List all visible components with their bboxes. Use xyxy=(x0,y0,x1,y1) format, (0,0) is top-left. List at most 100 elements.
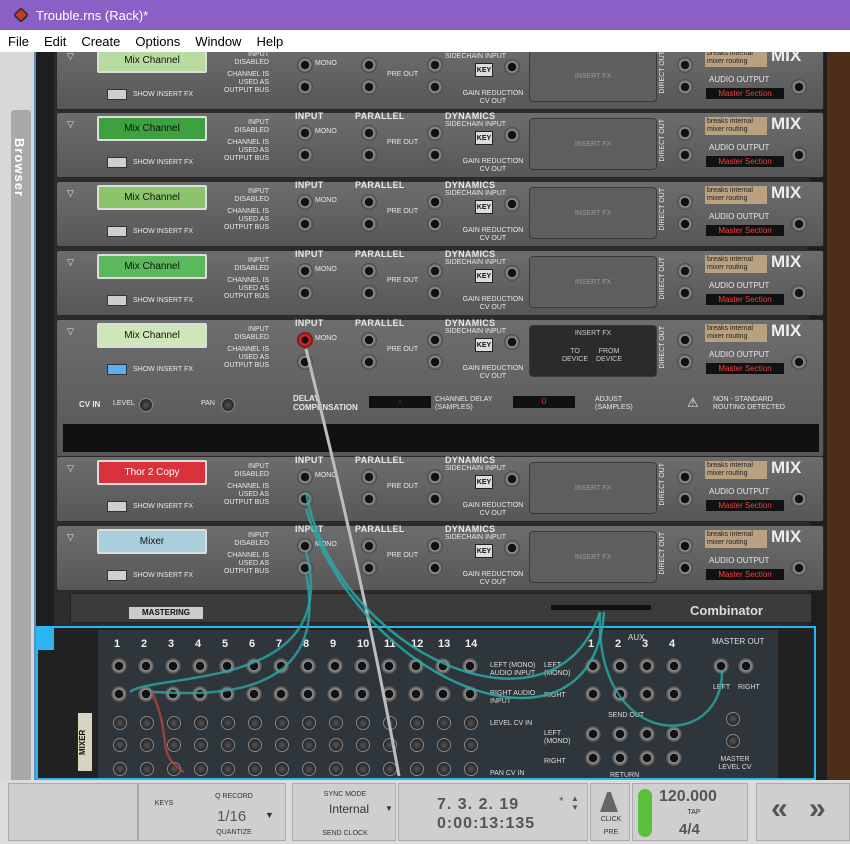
mixer-level-cv-jack[interactable] xyxy=(410,716,424,730)
browser-label[interactable]: Browser xyxy=(12,138,27,197)
mixer-pan-cv-jack[interactable] xyxy=(221,762,235,776)
audio-output-jack[interactable] xyxy=(791,79,807,95)
level-cv-knob[interactable] xyxy=(139,398,153,412)
input-right-jack[interactable] xyxy=(297,285,313,301)
mixer-right-input-jack[interactable] xyxy=(219,686,235,702)
mixer-pan-cv-jack[interactable] xyxy=(464,762,478,776)
sidechain-left-jack[interactable] xyxy=(427,538,443,554)
aux-send-left-jack[interactable] xyxy=(612,658,628,674)
fold-arrow-icon[interactable]: ▽ xyxy=(67,52,74,62)
aux-send-right-jack[interactable] xyxy=(639,686,655,702)
gain-reduction-jack[interactable] xyxy=(504,196,520,212)
mixer-left-input-jack[interactable] xyxy=(219,658,235,674)
aux-return-left-jack[interactable] xyxy=(585,726,601,742)
sidechain-left-jack[interactable] xyxy=(427,263,443,279)
parallel-right-jack[interactable] xyxy=(361,79,377,95)
parallel-left-jack[interactable] xyxy=(361,332,377,348)
direct-out-left-jack[interactable] xyxy=(677,332,693,348)
mixer-left-input-jack[interactable] xyxy=(408,658,424,674)
mixer-pan-cv-jack[interactable] xyxy=(275,762,289,776)
mixer-right-input-jack[interactable] xyxy=(192,686,208,702)
audio-output-jack[interactable] xyxy=(791,285,807,301)
mixer-pan-cv-jack[interactable] xyxy=(329,762,343,776)
master-out-left-jack[interactable] xyxy=(713,658,729,674)
aux-send-left-jack[interactable] xyxy=(666,658,682,674)
direct-out-right-jack[interactable] xyxy=(677,354,693,370)
fold-arrow-icon[interactable]: ▽ xyxy=(67,532,74,543)
mixer-trim-knob[interactable] xyxy=(302,738,316,752)
mix-channel-device[interactable]: ▽ Mix Channel SHOW INSERT FX INPUT DISABLED… xyxy=(56,249,824,316)
mixer-level-cv-jack[interactable] xyxy=(437,716,451,730)
audio-output-jack[interactable] xyxy=(791,354,807,370)
mixer-level-cv-jack[interactable] xyxy=(275,716,289,730)
mixer-pan-cv-jack[interactable] xyxy=(356,762,370,776)
mixer-level-cv-jack[interactable] xyxy=(221,716,235,730)
master-out-right-jack[interactable] xyxy=(738,658,754,674)
gain-reduction-jack[interactable] xyxy=(504,540,520,556)
sidechain-right-jack[interactable] xyxy=(427,147,443,163)
mixer-right-input-jack[interactable] xyxy=(354,686,370,702)
audio-output-jack[interactable] xyxy=(791,560,807,576)
master-section-display[interactable]: Master Section xyxy=(706,156,784,167)
master-level-knob[interactable] xyxy=(726,734,740,748)
input-right-jack[interactable] xyxy=(297,491,313,507)
sidechain-right-jack[interactable] xyxy=(427,285,443,301)
gain-reduction-jack[interactable] xyxy=(504,127,520,143)
direct-out-left-jack[interactable] xyxy=(677,469,693,485)
mixer-level-cv-jack[interactable] xyxy=(464,716,478,730)
gain-reduction-jack[interactable] xyxy=(504,471,520,487)
aux-send-right-jack[interactable] xyxy=(612,686,628,702)
mixer-right-input-jack[interactable] xyxy=(435,686,451,702)
master-section-display[interactable]: Master Section xyxy=(706,500,784,511)
mixer-left-input-jack[interactable] xyxy=(138,658,154,674)
mixer-level-cv-jack[interactable] xyxy=(140,716,154,730)
key-button[interactable]: KEY xyxy=(475,269,493,283)
fold-arrow-icon[interactable]: ▽ xyxy=(67,188,74,199)
sidechain-right-jack[interactable] xyxy=(427,354,443,370)
mixer-pan-cv-jack[interactable] xyxy=(194,762,208,776)
mixer-right-input-jack[interactable] xyxy=(300,686,316,702)
sidechain-right-jack[interactable] xyxy=(427,491,443,507)
keys-label[interactable]: KEYS xyxy=(139,800,189,807)
aux-return-left-jack[interactable] xyxy=(639,726,655,742)
show-insert-fx-button[interactable] xyxy=(107,89,127,100)
parallel-right-jack[interactable] xyxy=(361,354,377,370)
mixer-left-input-jack[interactable] xyxy=(354,658,370,674)
menu-window[interactable]: Window xyxy=(188,34,248,49)
direct-out-right-jack[interactable] xyxy=(677,285,693,301)
master-section-display[interactable]: Master Section xyxy=(706,88,784,99)
direct-out-left-jack[interactable] xyxy=(677,57,693,73)
mixer-right-input-jack[interactable] xyxy=(111,686,127,702)
mixer-trim-knob[interactable] xyxy=(410,738,424,752)
mixer-trim-knob[interactable] xyxy=(113,738,127,752)
mixer-right-input-jack[interactable] xyxy=(246,686,262,702)
direct-out-right-jack[interactable] xyxy=(677,491,693,507)
mixer-trim-knob[interactable] xyxy=(464,738,478,752)
fast-forward-button[interactable]: » xyxy=(809,792,826,826)
input-right-jack[interactable] xyxy=(297,560,313,576)
mixer-left-input-jack[interactable] xyxy=(192,658,208,674)
aux-return-right-jack[interactable] xyxy=(639,750,655,766)
mix-channel-device[interactable]: ▽ Mix Channel SHOW INSERT FX INPUT DISABLED… xyxy=(56,180,824,247)
pre-label[interactable]: PRE xyxy=(591,829,631,836)
mixer-trim-knob[interactable] xyxy=(167,738,181,752)
menu-edit[interactable]: Edit xyxy=(37,34,73,49)
insert-fx-slot[interactable]: INSERT FX xyxy=(529,531,657,583)
mixer-left-input-jack[interactable] xyxy=(273,658,289,674)
sidechain-right-jack[interactable] xyxy=(427,79,443,95)
tap-button[interactable]: TAP xyxy=(659,809,729,816)
mixer-level-cv-jack[interactable] xyxy=(167,716,181,730)
key-button[interactable]: KEY xyxy=(475,200,493,214)
mixer-level-cv-jack[interactable] xyxy=(302,716,316,730)
audio-output-jack[interactable] xyxy=(791,216,807,232)
input-right-jack[interactable] xyxy=(297,147,313,163)
aux-return-right-jack[interactable] xyxy=(666,750,682,766)
channel-name[interactable]: Thor 2 Copy xyxy=(97,460,207,485)
channel-name[interactable]: Mix Channel xyxy=(97,52,207,73)
sidechain-left-jack[interactable] xyxy=(427,194,443,210)
mixer-right-input-jack[interactable] xyxy=(273,686,289,702)
input-left-jack[interactable] xyxy=(297,125,313,141)
parallel-right-jack[interactable] xyxy=(361,560,377,576)
mixer-trim-knob[interactable] xyxy=(356,738,370,752)
aux-return-right-jack[interactable] xyxy=(585,750,601,766)
